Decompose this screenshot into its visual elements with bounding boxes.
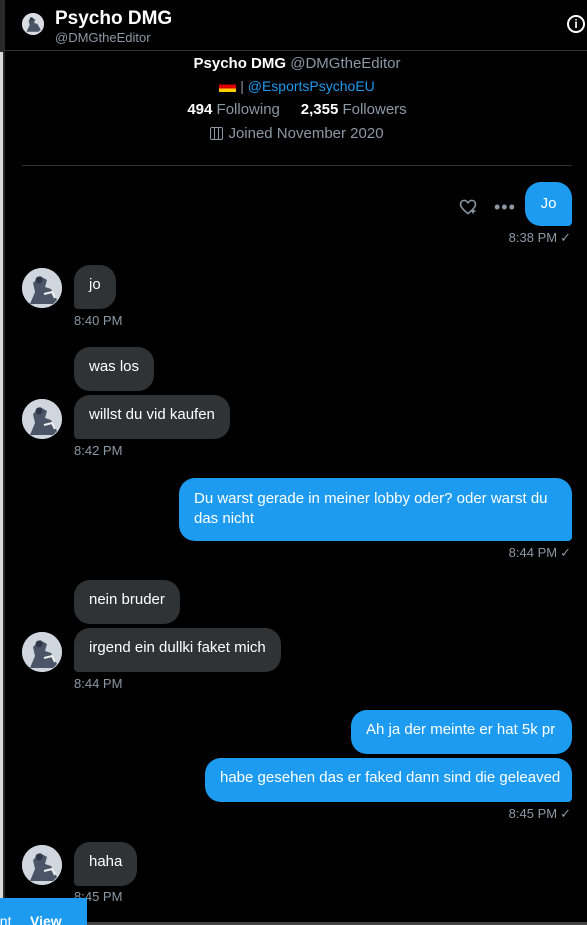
sender-avatar[interactable]: [22, 399, 62, 439]
profile-name-line: Psycho DMG @DMGtheEditor: [22, 55, 572, 72]
notification-toast: ent View: [0, 898, 87, 925]
following-stat[interactable]: 494 Following: [187, 101, 280, 118]
message-time-text: 8:44 PM: [508, 545, 558, 560]
sender-avatar[interactable]: [22, 845, 62, 885]
profile-summary: Psycho DMG @DMGtheEditor | @EsportsPsych…: [22, 52, 572, 142]
profile-handle: @DMGtheEditor: [290, 55, 401, 72]
message-time: 8:44 PM ✓: [509, 545, 571, 561]
header-avatar[interactable]: [22, 13, 44, 35]
message-time: 8:45 PM ✓: [509, 806, 571, 822]
header-handle: @DMGtheEditor: [55, 30, 151, 45]
conversation-header: Psycho DMG @DMGtheEditor i: [5, 0, 587, 51]
message-bubble-received[interactable]: was los: [74, 347, 155, 391]
message-bubble-received[interactable]: willst du vid kaufen: [74, 395, 230, 439]
followers-count: 2,355: [300, 101, 339, 118]
message-bubble-sent[interactable]: Ah ja der meinte er hat 5k pr: [351, 710, 572, 754]
calendar-icon: [210, 127, 224, 140]
message-bubble-received[interactable]: jo: [74, 265, 116, 309]
profile-divider: [22, 165, 572, 166]
bio-link[interactable]: @EsportsPsychoEU: [248, 78, 375, 94]
message-bubble-received[interactable]: irgend ein dullki faket mich: [74, 628, 281, 672]
germany-flag-icon: [219, 81, 237, 92]
left-edge: [0, 0, 5, 925]
sent-check-icon: ✓: [560, 230, 571, 245]
info-icon[interactable]: i: [567, 15, 585, 33]
message-time: 8:40 PM: [74, 313, 123, 328]
followers-stat[interactable]: 2,355 Followers: [301, 101, 407, 118]
sent-check-icon: ✓: [560, 545, 571, 560]
profile-bio: | @EsportsPsychoEU: [22, 78, 572, 94]
message-time-text: 8:45 PM: [508, 806, 558, 821]
message-bubble-sent[interactable]: Jo: [525, 182, 572, 226]
following-count: 494: [187, 101, 213, 118]
header-name[interactable]: Psycho DMG: [55, 8, 172, 30]
more-options-icon[interactable]: •••: [494, 198, 516, 216]
toast-view-button[interactable]: View: [30, 913, 62, 925]
message-time-text: 8:38 PM: [508, 230, 558, 245]
message-bubble-sent[interactable]: Du warst gerade in meiner lobby oder? od…: [179, 478, 572, 541]
message-bubble-sent[interactable]: habe gesehen das er faked dann sind die …: [205, 758, 572, 802]
profile-joined: Joined November 2020: [22, 125, 572, 142]
sender-avatar[interactable]: [22, 632, 62, 672]
toast-text: ent: [0, 913, 12, 925]
profile-stats: 494 Following 2,355 Followers: [22, 101, 572, 118]
message-bubble-received[interactable]: haha: [74, 842, 138, 886]
left-edge-bar: [0, 52, 3, 922]
followers-label: Followers: [342, 101, 407, 118]
message-time: 8:42 PM: [74, 443, 123, 458]
following-label: Following: [216, 101, 280, 118]
profile-name[interactable]: Psycho DMG: [194, 55, 287, 72]
sender-avatar[interactable]: [22, 268, 62, 308]
message-bubble-received[interactable]: nein bruder: [74, 580, 180, 624]
sent-check-icon: ✓: [560, 806, 571, 821]
joined-date: Joined November 2020: [228, 125, 384, 142]
react-heart-icon[interactable]: [458, 197, 478, 217]
bio-separator: |: [240, 78, 244, 94]
message-time: 8:38 PM ✓: [509, 230, 571, 246]
message-time: 8:44 PM: [74, 676, 123, 691]
